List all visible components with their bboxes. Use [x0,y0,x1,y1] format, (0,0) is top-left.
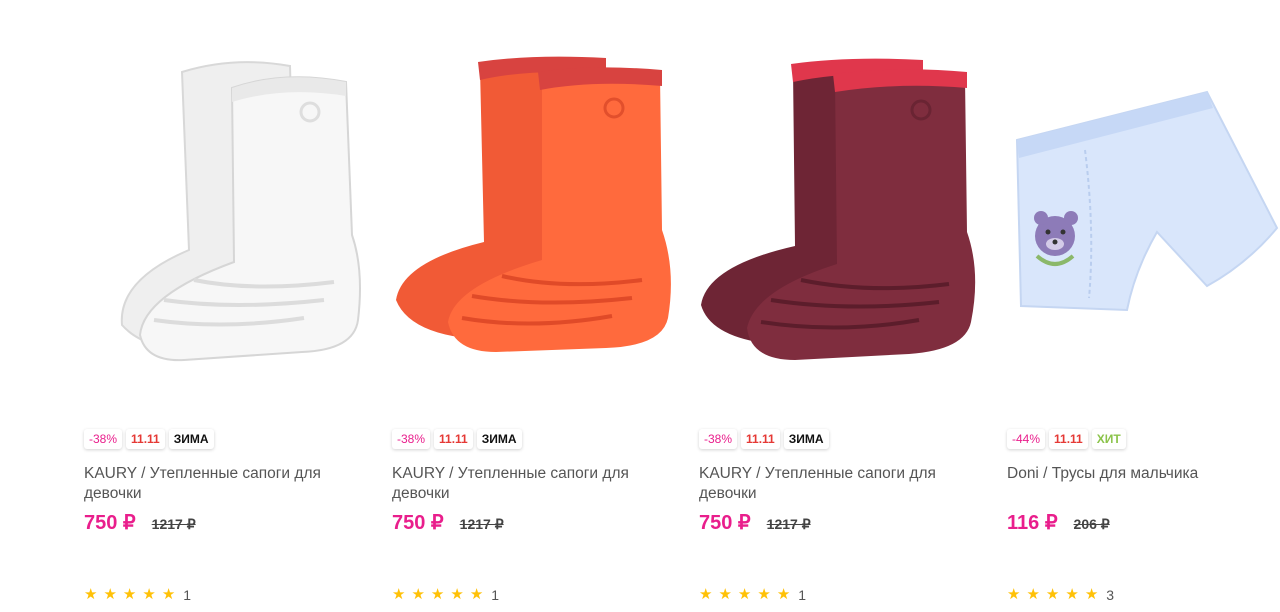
rating: ★ ★ ★ ★ ★ 3 [1007,586,1115,604]
discount-badge: -44% [1007,429,1046,449]
star-icon: ★ [1084,586,1099,603]
product-card[interactable]: -44% 11.11 ХИТ Doni / Трусы для мальчика… [1007,0,1280,612]
badges: -38% 11.11 ЗИМА [84,429,214,449]
rating: ★ ★ ★ ★ ★ 1 [84,586,192,604]
review-count: 1 [798,587,807,603]
star-icon: ★ [392,586,406,603]
old-price: 206 ₽ [1073,516,1110,532]
review-count: 1 [183,587,192,603]
product-title[interactable]: KAURY / Утепленные сапоги для девочки [699,464,974,504]
star-icon: ★ [1026,586,1040,603]
promo-badge: 11.11 [126,429,165,449]
star-icon: ★ [103,586,117,603]
rating: ★ ★ ★ ★ ★ 1 [392,586,500,604]
star-icon: ★ [757,586,771,603]
star-icon: ★ [1065,586,1079,603]
star-icon: ★ [737,586,752,603]
product-image-burgundy-boots[interactable] [699,0,979,410]
product-grid: -38% 11.11 ЗИМА KAURY / Утепленные сапог… [0,0,1280,612]
product-image-orange-boots[interactable] [392,0,672,410]
rating: ★ ★ ★ ★ ★ 1 [699,586,807,604]
badges: -38% 11.11 ЗИМА [392,429,522,449]
product-card[interactable]: -38% 11.11 ЗИМА KAURY / Утепленные сапог… [392,0,672,612]
promo-badge: 11.11 [741,429,780,449]
current-price: 750 ₽ [392,512,444,534]
star-icon: ★ [84,586,98,603]
season-badge: ЗИМА [168,429,214,449]
star-icon: ★ [699,586,713,603]
season-badge: ЗИМА [476,429,522,449]
current-price: 750 ₽ [84,512,136,534]
product-card[interactable]: -38% 11.11 ЗИМА KAURY / Утепленные сапог… [699,0,979,612]
hit-badge: ХИТ [1091,429,1126,449]
season-badge: ЗИМА [783,429,829,449]
old-price: 1217 ₽ [459,516,504,532]
review-count: 1 [491,587,500,603]
star-icon: ★ [142,586,156,603]
star-icon: ★ [718,586,732,603]
price-block: 750 ₽ 1217 ₽ [84,510,196,535]
product-title[interactable]: KAURY / Утепленные сапоги для девочки [84,464,359,504]
current-price: 750 ₽ [699,512,751,534]
discount-badge: -38% [699,429,738,449]
price-block: 750 ₽ 1217 ₽ [392,510,504,535]
old-price: 1217 ₽ [151,516,196,532]
star-icon: ★ [411,586,425,603]
current-price: 116 ₽ [1007,512,1058,534]
product-image-boys-briefs[interactable] [1007,0,1280,410]
product-image-white-boots[interactable] [84,0,364,410]
star-icon: ★ [430,586,445,603]
badges: -44% 11.11 ХИТ [1007,429,1126,449]
old-price: 1217 ₽ [766,516,811,532]
review-count: 3 [1106,587,1115,603]
star-icon: ★ [1045,586,1060,603]
price-block: 750 ₽ 1217 ₽ [699,510,811,535]
star-icon: ★ [469,586,484,603]
promo-badge: 11.11 [434,429,473,449]
price-block: 116 ₽ 206 ₽ [1007,510,1110,535]
badges: -38% 11.11 ЗИМА [699,429,829,449]
star-icon: ★ [161,586,176,603]
discount-badge: -38% [84,429,123,449]
star-icon: ★ [1007,586,1021,603]
product-card[interactable]: -38% 11.11 ЗИМА KAURY / Утепленные сапог… [84,0,364,612]
product-title[interactable]: Doni / Трусы для мальчика [1007,464,1280,484]
star-icon: ★ [776,586,791,603]
star-icon: ★ [450,586,464,603]
promo-badge: 11.11 [1049,429,1088,449]
discount-badge: -38% [392,429,431,449]
product-title[interactable]: KAURY / Утепленные сапоги для девочки [392,464,667,504]
star-icon: ★ [122,586,137,603]
